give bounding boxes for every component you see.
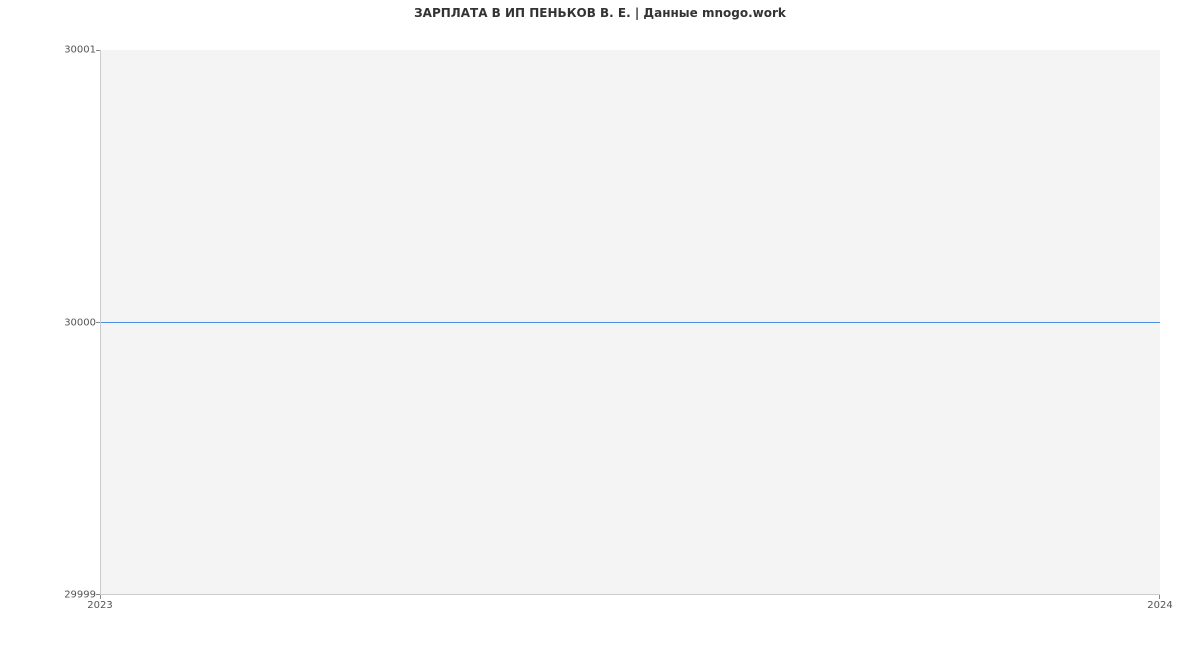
- plot-area: [100, 50, 1160, 595]
- x-tick-mark: [1159, 595, 1160, 599]
- y-tick-label: 30001: [6, 45, 96, 56]
- y-tick-label: 30000: [6, 317, 96, 328]
- x-tick-label: 2024: [1147, 600, 1172, 611]
- x-tick-label: 2023: [87, 600, 112, 611]
- chart-title: ЗАРПЛАТА В ИП ПЕНЬКОВ В. Е. | Данные mno…: [0, 6, 1200, 20]
- data-line: [101, 322, 1160, 323]
- y-tick-label: 29999: [6, 590, 96, 601]
- salary-chart: ЗАРПЛАТА В ИП ПЕНЬКОВ В. Е. | Данные mno…: [0, 0, 1200, 650]
- x-tick-mark: [100, 595, 101, 599]
